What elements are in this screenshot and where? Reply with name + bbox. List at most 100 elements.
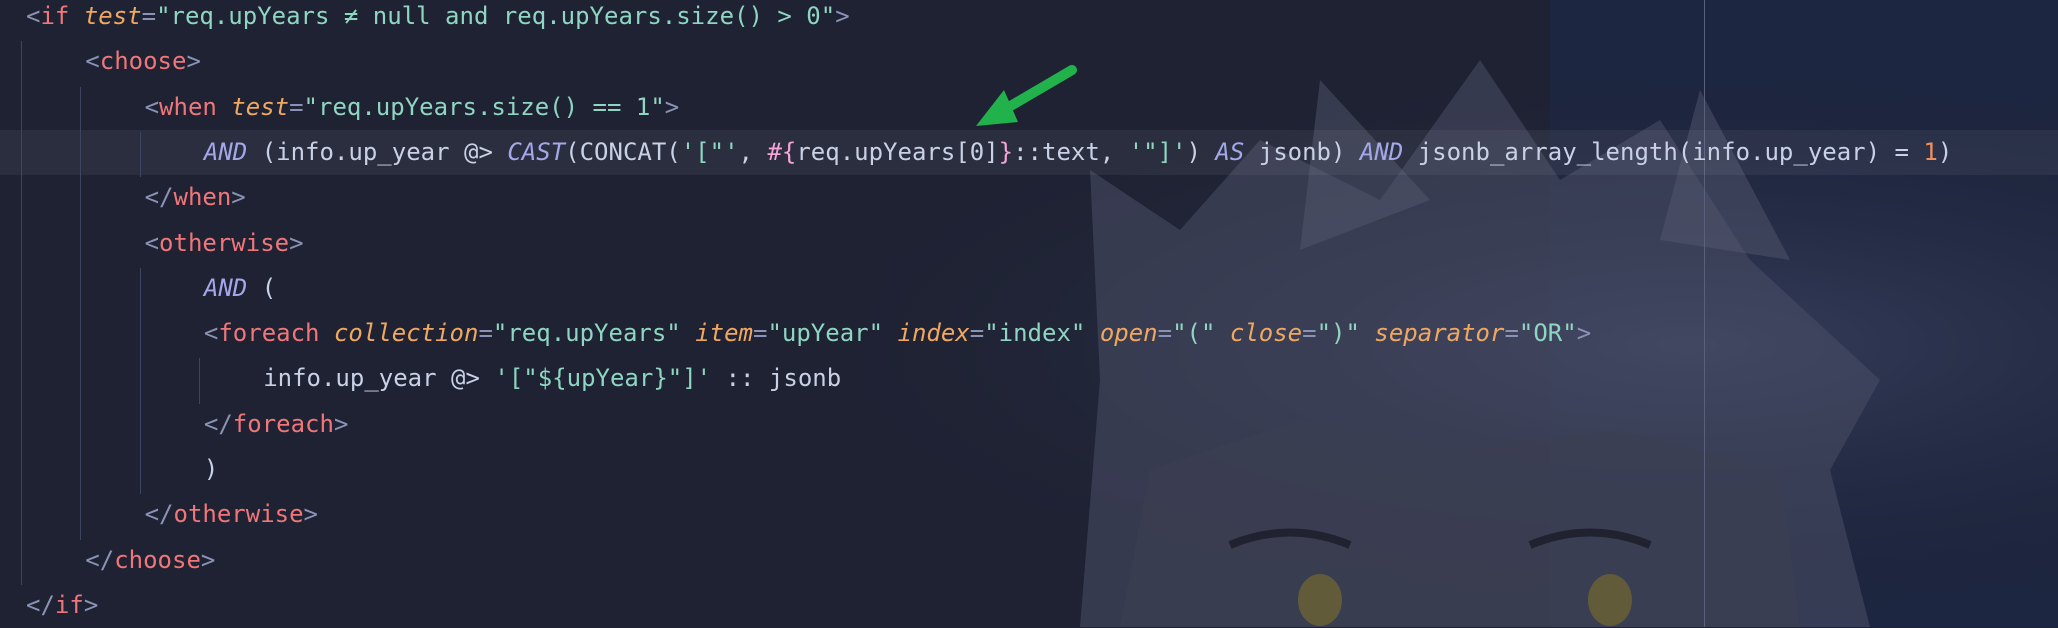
code-token: close xyxy=(1229,319,1303,348)
code-token: </ xyxy=(26,590,55,619)
code-line[interactable]: </foreach> xyxy=(0,402,2058,447)
code-line-text: </when> xyxy=(145,175,246,220)
code-token: ) xyxy=(1186,137,1216,166)
code-token: = xyxy=(1302,319,1317,348)
code-token: "upYear" xyxy=(767,319,884,348)
code-token: 1 xyxy=(1923,137,1938,166)
code-token: '["' xyxy=(680,137,739,166)
code-line-text: <choose> xyxy=(85,39,201,84)
indent-guide xyxy=(139,267,141,495)
code-token: foreach xyxy=(232,409,334,438)
code-token: </ xyxy=(144,183,174,212)
code-line[interactable]: <otherwise> xyxy=(0,221,2058,266)
code-token: req.upYears[0] xyxy=(796,137,999,166)
code-line-text: <if test="req.upYears ≠ null and req.upY… xyxy=(26,0,850,39)
code-line[interactable]: ) xyxy=(0,447,2058,492)
code-line[interactable]: <if test="req.upYears ≠ null and req.upY… xyxy=(0,0,2058,39)
code-token: "req.upYears.size() == 1" xyxy=(303,92,665,121)
code-token: jsonb_array_length(info.up_year) = xyxy=(1403,137,1924,166)
code-token: AND xyxy=(203,137,248,166)
code-line[interactable]: AND ( xyxy=(0,266,2058,311)
code-token: </ xyxy=(144,500,174,529)
code-line-text: </if> xyxy=(26,583,98,628)
code-token: ")" xyxy=(1316,319,1360,348)
code-token: = xyxy=(969,319,985,348)
code-line-text: AND ( xyxy=(204,266,276,311)
code-token: choose xyxy=(114,545,201,574)
code-line[interactable]: </choose> xyxy=(0,538,2058,583)
code-line[interactable]: </when> xyxy=(0,175,2058,220)
code-token: AS xyxy=(1215,137,1245,166)
code-token: open xyxy=(1099,319,1158,348)
indent-guide xyxy=(139,131,141,178)
code-token: ) xyxy=(1937,137,1953,166)
code-line[interactable]: </otherwise> xyxy=(0,492,2058,537)
code-token: > xyxy=(83,590,99,619)
code-token: otherwise xyxy=(159,228,290,257)
code-line-text: </otherwise> xyxy=(145,492,318,537)
code-token: < xyxy=(144,92,160,121)
code-token: ) xyxy=(203,455,219,483)
code-token: "(" xyxy=(1172,319,1216,348)
code-token: jsonb) xyxy=(1244,137,1360,166)
code-token: separator xyxy=(1374,319,1505,348)
indent-guide xyxy=(198,358,200,404)
code-token: > xyxy=(231,183,246,212)
code-token: "OR" xyxy=(1518,319,1577,348)
code-token: (info.up_year @> xyxy=(247,137,508,166)
code-token: (CONCAT( xyxy=(565,137,681,166)
code-line-text: </foreach> xyxy=(204,402,349,447)
code-token: ( xyxy=(247,273,277,302)
code-token: , xyxy=(738,137,768,166)
code-token: if xyxy=(54,590,84,619)
code-token: choose xyxy=(99,47,187,76)
code-token: AND xyxy=(203,273,248,302)
code-token: AND xyxy=(1359,137,1404,166)
code-line[interactable]: info.up_year @> '["${upYear}"]' :: jsonb xyxy=(0,356,2058,401)
indent-guide xyxy=(21,41,22,585)
code-token: > xyxy=(333,409,349,438)
code-line-text: <foreach collection="req.upYears" item="… xyxy=(204,311,1591,356)
code-line-text: info.up_year @> '["${upYear}"]' :: jsonb xyxy=(263,356,841,401)
code-token: '["${upYear}"]' xyxy=(494,364,712,393)
code-token: = xyxy=(753,319,768,348)
code-token: = xyxy=(141,2,157,30)
code-token: CAST xyxy=(507,137,566,166)
code-token: "req.upYears ≠ null and req.upYears.size… xyxy=(156,2,836,30)
code-token: when xyxy=(173,183,232,212)
code-token: test xyxy=(83,2,142,30)
code-token: > xyxy=(664,92,680,121)
code-token: foreach xyxy=(218,319,320,348)
code-token: index xyxy=(897,319,970,348)
code-token: item xyxy=(695,319,753,348)
code-token: collection xyxy=(333,319,479,348)
code-token: > xyxy=(289,228,304,257)
code-token: test xyxy=(231,92,290,121)
code-token: < xyxy=(85,47,100,76)
code-token: </ xyxy=(203,409,233,438)
code-token: > xyxy=(200,545,216,574)
code-token: '"]' xyxy=(1128,137,1187,166)
code-token: > xyxy=(1576,319,1592,348)
code-line[interactable]: </if> xyxy=(0,583,2058,628)
code-line-text: <when test="req.upYears.size() == 1"> xyxy=(145,85,680,130)
code-token: > xyxy=(186,47,201,76)
code-token: #{ xyxy=(767,137,797,166)
code-token: ::text, xyxy=(1013,137,1129,166)
code-token: = xyxy=(289,92,304,121)
code-token: = xyxy=(1157,319,1173,348)
code-token: = xyxy=(478,319,493,348)
code-token: < xyxy=(144,228,160,257)
code-line[interactable]: <foreach collection="req.upYears" item="… xyxy=(0,311,2058,356)
code-token: info.up_year @> xyxy=(263,364,495,393)
code-token: "req.upYears" xyxy=(492,319,681,348)
code-token: = xyxy=(1504,319,1519,348)
green-arrow-icon xyxy=(976,65,1077,126)
